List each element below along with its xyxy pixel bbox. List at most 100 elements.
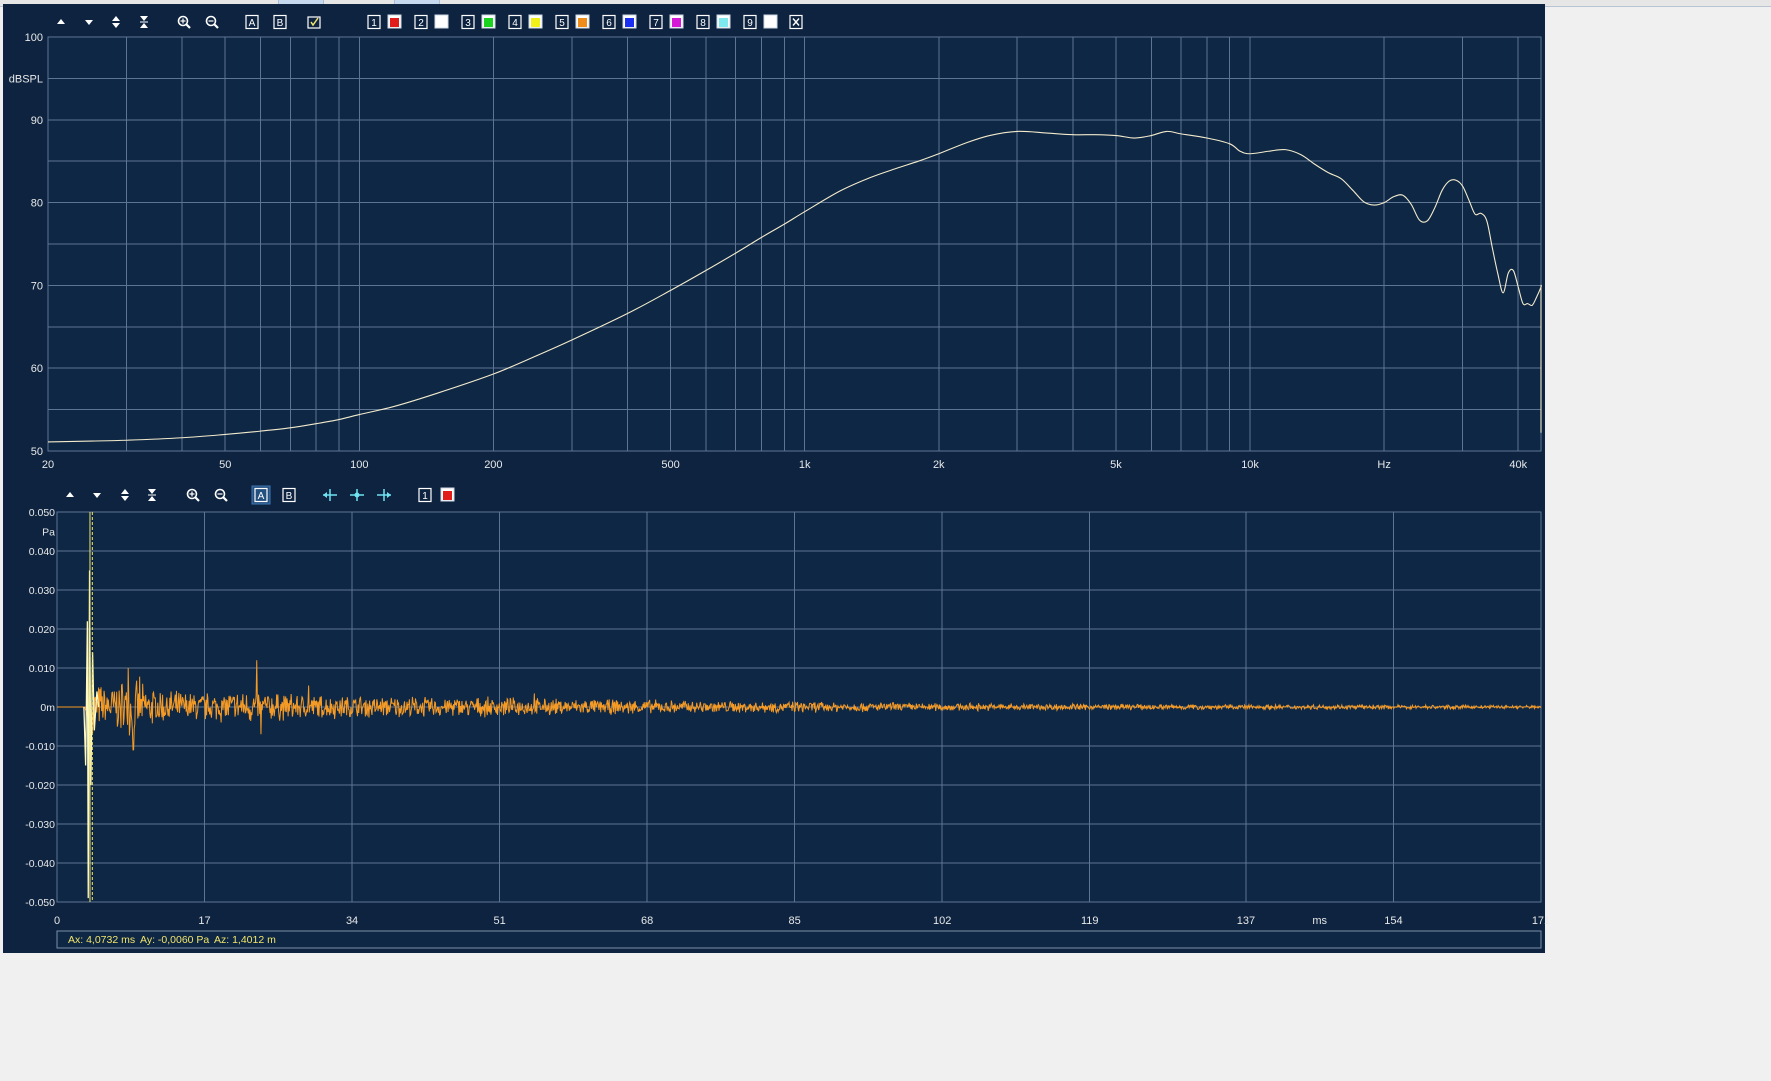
trace-2-color-swatch[interactable] — [434, 14, 449, 29]
y-tick-label: 0.030 — [29, 585, 55, 597]
cursor-a-button[interactable]: A — [243, 13, 261, 31]
zoom-out-icon[interactable] — [213, 487, 229, 503]
trace-7-button-label: 7 — [653, 18, 659, 29]
x-tick-label: 40k — [1509, 459, 1527, 471]
contract-vertical-icon[interactable] — [144, 487, 160, 503]
trace-2-button-label: 2 — [418, 18, 424, 29]
trace-1-color-swatch[interactable] — [387, 14, 402, 29]
y-tick-label: 0.010 — [29, 663, 55, 675]
trace-6-button[interactable]: 6 — [600, 13, 618, 31]
contract-vertical-icon[interactable] — [136, 14, 152, 30]
trace-8-button[interactable]: 8 — [694, 13, 712, 31]
y-tick-label: 0.040 — [29, 546, 55, 558]
y-tick-label: -0.040 — [25, 858, 55, 870]
trace-5-color-swatch[interactable] — [575, 14, 590, 29]
trace-6-button-label: 6 — [606, 18, 612, 29]
arrow-up-icon[interactable] — [62, 487, 78, 503]
arrow-down-icon[interactable] — [89, 487, 105, 503]
x-tick-label: 200 — [484, 459, 502, 471]
x-tick-label: 17 — [198, 915, 210, 927]
cursor-a-button-label: A — [258, 491, 265, 502]
y-tick-label: 90 — [31, 115, 43, 127]
arrow-up-icon[interactable] — [53, 14, 69, 30]
trace-9-color-swatch[interactable] — [763, 14, 778, 29]
cursor-a-button[interactable]: A — [251, 485, 271, 505]
analyzer-window: AB123456789 5060708090100 20 50 100 200 500 1… — [3, 4, 1550, 953]
x-tick-label: 51 — [493, 915, 505, 927]
impulse-response-panel: A B 1 0.050 0.040 0.030 0.020 0.010 0m -0.010 -0.… — [3, 482, 1550, 953]
x-tick-label: 10k — [1241, 459, 1259, 471]
cursor-status-az: Az: 1,4012 m — [214, 934, 276, 946]
zoom-out-icon[interactable] — [204, 14, 220, 30]
marker-left-icon[interactable] — [322, 487, 338, 503]
y-tick-label: 0m — [40, 702, 55, 714]
x-tick-label: 20 — [42, 459, 54, 471]
y-tick-label: 70 — [31, 280, 43, 292]
x-tick-label: 2k — [933, 459, 945, 471]
x-tick-label: 102 — [933, 915, 951, 927]
x-tick-label: 119 — [1081, 915, 1099, 927]
trace-9-button[interactable]: 9 — [741, 13, 759, 31]
cursor-status-ax: Ax: 4,0732 ms — [68, 934, 135, 946]
x-tick-label: 137 — [1237, 915, 1255, 927]
cursor-status-ay: Ay: -0,0060 Pa — [140, 934, 209, 946]
trace-1-color-swatch[interactable] — [440, 487, 455, 502]
cursor-b-button[interactable]: B — [271, 13, 289, 31]
trace-1-button[interactable]: 1 — [365, 13, 383, 31]
x-tick-label: 171 — [1532, 915, 1550, 927]
frequency-response-x-unit-label: Hz — [1377, 459, 1390, 471]
trace-7-button[interactable]: 7 — [647, 13, 665, 31]
x-tick-label: 0 — [54, 915, 60, 927]
arrow-down-icon[interactable] — [81, 14, 97, 30]
zoom-in-icon[interactable] — [185, 487, 201, 503]
trace-4-color-swatch[interactable] — [528, 14, 543, 29]
x-tick-label: 100 — [350, 459, 368, 471]
trace-5-button-label: 5 — [559, 18, 565, 29]
cursor-b-button[interactable]: B — [280, 486, 298, 504]
cursor-a-button-label: A — [249, 18, 256, 29]
x-tick-label: 1k — [799, 459, 811, 471]
trace-3-button[interactable]: 3 — [459, 13, 477, 31]
trace-1-button[interactable]: 1 — [416, 486, 434, 504]
marker-set-icon[interactable] — [349, 487, 365, 503]
cursor-b-button-label: B — [286, 491, 293, 502]
trace-4-button[interactable]: 4 — [506, 13, 524, 31]
y-tick-label: -0.010 — [25, 741, 55, 753]
trace-3-button-label: 3 — [465, 18, 471, 29]
expand-vertical-icon[interactable] — [117, 487, 133, 503]
impulse-response-x-unit-label: ms — [1312, 915, 1327, 927]
y-tick-label: 0.050 — [29, 507, 55, 519]
y-tick-label: 80 — [31, 198, 43, 210]
x-tick-label: 154 — [1384, 915, 1402, 927]
trace-8-color-swatch[interactable] — [716, 14, 731, 29]
trace-8-button-label: 8 — [700, 18, 706, 29]
y-tick-label: 0.020 — [29, 624, 55, 636]
trace-6-color-swatch[interactable] — [622, 14, 637, 29]
frequency-response-y-unit-label: dBSPL — [9, 73, 43, 85]
trace-3-color-swatch[interactable] — [481, 14, 496, 29]
x-tick-label: 500 — [661, 459, 679, 471]
y-tick-label: 100 — [25, 32, 43, 44]
y-tick-label: -0.020 — [25, 780, 55, 792]
x-tick-label: 5k — [1110, 459, 1122, 471]
marker-right-icon[interactable] — [376, 487, 392, 503]
x-tick-label: 85 — [789, 915, 801, 927]
y-tick-label: 50 — [31, 446, 43, 458]
x-tick-label: 34 — [346, 915, 358, 927]
x-tick-label: 68 — [641, 915, 653, 927]
checklist-icon[interactable] — [306, 14, 322, 30]
frequency-response-panel: AB123456789 5060708090100 20 50 100 200 500 1… — [3, 4, 1545, 482]
expand-vertical-icon[interactable] — [108, 14, 124, 30]
trace-4-button-label: 4 — [512, 18, 518, 29]
cursor-b-button-label: B — [277, 18, 284, 29]
cursor-status-bar — [56, 930, 1542, 949]
trace-7-color-swatch[interactable] — [669, 14, 684, 29]
trace-9-button-label: 9 — [747, 18, 753, 29]
zoom-in-icon[interactable] — [176, 14, 192, 30]
y-tick-label: 60 — [31, 363, 43, 375]
x-tick-label: 50 — [219, 459, 231, 471]
impulse-response-y-unit-label: Pa — [42, 527, 55, 539]
trace-2-button[interactable]: 2 — [412, 13, 430, 31]
trace-5-button[interactable]: 5 — [553, 13, 571, 31]
trace-1-button-label: 1 — [371, 18, 377, 29]
